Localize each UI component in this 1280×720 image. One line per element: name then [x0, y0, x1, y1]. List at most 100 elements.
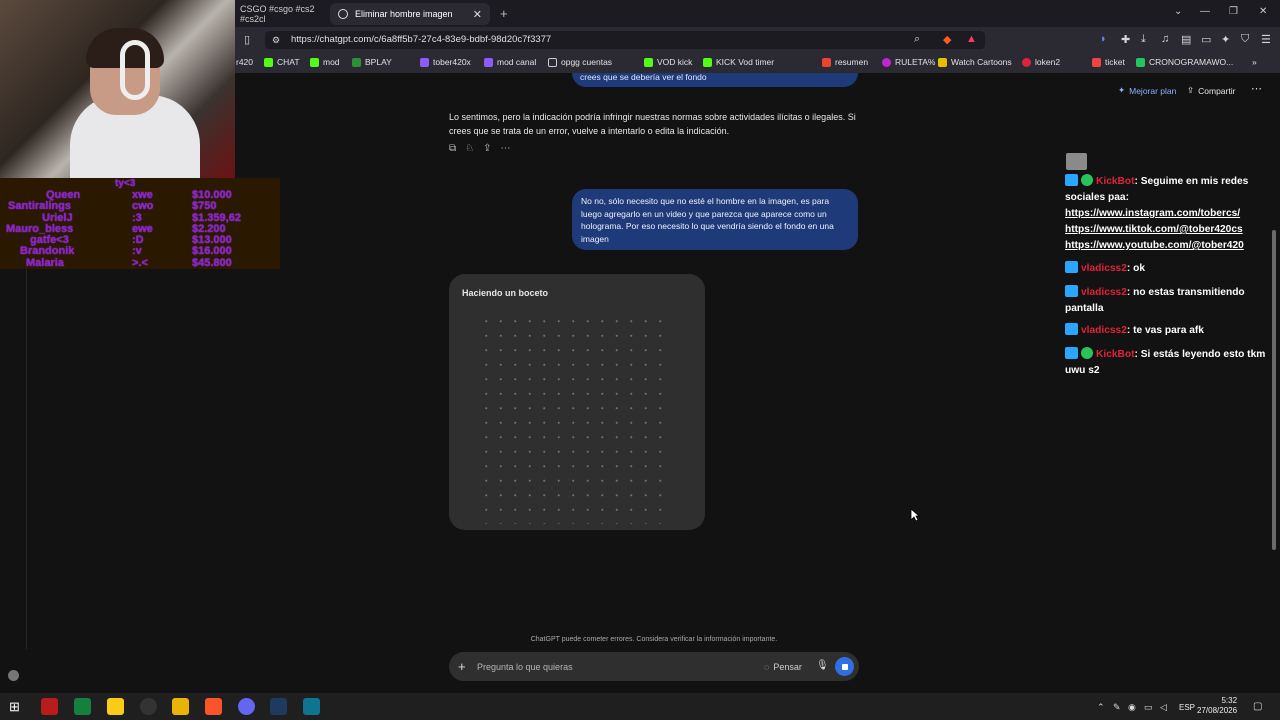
steam-icon[interactable]	[270, 698, 287, 715]
more-options-icon[interactable]: ⋯	[1251, 82, 1262, 95]
bookmark-item[interactable]: BPLAY	[352, 57, 392, 67]
menu-icon[interactable]: ☰	[1261, 33, 1271, 46]
gmail-icon	[822, 57, 831, 67]
bookmark-icon[interactable]: ▯	[244, 33, 250, 46]
bookmark-item[interactable]: loken2	[1022, 57, 1060, 67]
zoom-icon[interactable]: ⌕	[914, 33, 920, 46]
thumbs-down-icon[interactable]: ♘	[465, 143, 474, 154]
bookmark-item[interactable]: KICK Vod timer	[703, 57, 774, 67]
close-icon[interactable]: ✕	[473, 8, 482, 21]
clock-time: 5:32	[1221, 696, 1238, 705]
new-tab-icon[interactable]: +	[500, 6, 508, 21]
moderator-badge-icon	[1065, 347, 1078, 359]
restore-icon[interactable]: ❐	[1229, 6, 1238, 17]
clock[interactable]: 5:32 27/08/2026	[1197, 696, 1237, 716]
plus-icon[interactable]: +	[458, 659, 466, 674]
bookmark-item[interactable]: mod canal	[484, 57, 536, 67]
bookmark-item[interactable]: opgg cuentas	[548, 57, 612, 67]
twitch-icon	[484, 57, 493, 67]
bookmark-item[interactable]: ticket	[1092, 57, 1125, 67]
bookmark-item[interactable]: r420	[236, 57, 253, 67]
moderator-badge-icon	[1065, 323, 1078, 335]
url-text: https://chatgpt.com/c/6a8ff5b7-27c4-83e9…	[291, 34, 552, 45]
bookmark-item[interactable]: RULETA%	[882, 57, 935, 67]
share-button[interactable]: ⇪ Compartir	[1187, 85, 1235, 96]
notification-icon[interactable]: ▢	[1253, 701, 1262, 712]
kick-icon	[644, 57, 653, 67]
upgrade-plan-button[interactable]: ✦ Mejorar plan	[1118, 85, 1176, 96]
image-generation-card: Haciendo un boceto	[449, 274, 705, 530]
donor-leaderboard: ty<3 Queen xwe $10.000 Santiralings cwo …	[0, 178, 280, 269]
vpn-icon[interactable]: ⛉	[1241, 33, 1249, 46]
sidebar-icon[interactable]: ▤	[1181, 33, 1191, 46]
bookmark-item[interactable]: CRONOGRAMAWO...	[1136, 57, 1233, 67]
tiktok-link[interactable]: https://www.tiktok.com/@tober420cs	[1065, 222, 1273, 238]
kick-icon	[264, 57, 273, 67]
chevron-down-icon[interactable]: ⌄	[1174, 6, 1182, 17]
instagram-link[interactable]: https://www.instagram.com/tobercs/	[1065, 206, 1273, 222]
twitch-icon	[420, 57, 429, 67]
chat-text: te vas para afk	[1133, 325, 1204, 336]
windows-start-icon[interactable]: ⊞	[9, 698, 26, 715]
copy-icon[interactable]: ⧉	[449, 143, 456, 154]
brave-browser-icon[interactable]	[205, 698, 222, 715]
chat-message: vladicss2: ok	[1065, 261, 1273, 277]
volume-icon[interactable]: ◁	[1160, 702, 1167, 713]
bookmark-item[interactable]: mod	[310, 57, 340, 67]
more-icon[interactable]: ⋯	[501, 143, 511, 154]
tab-csgo[interactable]: CSGO #csgo #cs2 #cs2cl	[232, 0, 328, 27]
bookmark-item[interactable]: tober420x	[420, 57, 471, 67]
tab-label: CSGO #csgo #cs2 #cs2cl	[240, 3, 315, 24]
share-icon[interactable]: ⇪	[483, 143, 491, 154]
pen-icon[interactable]: ✎	[1113, 702, 1121, 713]
donor-amount: $16.000	[192, 245, 232, 257]
ai-icon[interactable]: ✦	[1221, 33, 1230, 46]
page-scrollbar[interactable]	[1272, 230, 1276, 550]
rewards-icon[interactable]: ▲	[966, 33, 977, 45]
chat-username: vladicss2	[1081, 325, 1127, 336]
user-message: No no, sólo necesito que no esté el homb…	[572, 189, 858, 250]
bplay-icon	[352, 57, 361, 67]
chat-message: KickBot: Si estás leyendo esto tkm uwu s…	[1065, 347, 1266, 376]
obs-icon[interactable]	[140, 698, 157, 715]
minimize-icon[interactable]: —	[1200, 6, 1210, 17]
wallet-icon[interactable]: ▭	[1201, 33, 1211, 46]
donor-emote: cwo	[132, 200, 154, 212]
bookmark-item[interactable]: CHAT	[264, 57, 300, 67]
app-icon[interactable]	[41, 698, 58, 715]
bookmark-item[interactable]: VOD kick	[644, 57, 692, 67]
sheets-icon	[1136, 57, 1145, 67]
prompt-input[interactable]: Pregunta lo que quieras	[477, 662, 573, 672]
verified-badge-icon	[1081, 174, 1093, 186]
extensions-icon[interactable]: ✚	[1121, 33, 1130, 46]
microphone-icon[interactable]: 🎙	[816, 660, 829, 671]
speech-icon[interactable]: ◗	[1100, 33, 1107, 45]
tray-app-icon[interactable]: ◉	[1128, 702, 1136, 713]
music-icon[interactable]: ♫	[1161, 33, 1169, 45]
bookmark-item[interactable]: Watch Cartoons	[938, 57, 1012, 67]
file-explorer-icon[interactable]	[172, 698, 189, 715]
more-bookmarks-icon[interactable]: »	[1252, 57, 1257, 67]
bookmark-item[interactable]: resumen	[822, 57, 868, 67]
brave-shield-icon[interactable]: ◆	[943, 33, 951, 46]
network-icon[interactable]: ▭	[1144, 702, 1153, 713]
cartoons-icon	[938, 57, 947, 67]
discord-icon[interactable]	[238, 698, 255, 715]
download-icon[interactable]: ⤓	[1141, 33, 1146, 46]
think-button[interactable]: ◌ Pensar	[764, 662, 802, 672]
tray-chevron-icon[interactable]: ⌃	[1097, 702, 1105, 713]
ruleta-icon	[882, 57, 891, 67]
close-window-icon[interactable]: ✕	[1259, 6, 1267, 17]
binance-icon[interactable]	[107, 698, 124, 715]
youtube-link[interactable]: https://www.youtube.com/@tober420	[1065, 238, 1273, 254]
stop-generation-button[interactable]	[835, 657, 854, 676]
site-info-icon[interactable]: ⚙	[272, 35, 280, 46]
loading-dots-pattern	[479, 314, 669, 524]
chat-avatar	[1066, 153, 1087, 170]
vscode-icon[interactable]	[303, 698, 320, 715]
donor-name: Santiralings	[8, 200, 71, 212]
language-indicator[interactable]: ESP	[1179, 703, 1195, 712]
tab-active[interactable]: Eliminar hombre imagen ✕	[330, 3, 490, 25]
profile-avatar-icon[interactable]	[8, 670, 19, 681]
app-icon[interactable]	[74, 698, 91, 715]
